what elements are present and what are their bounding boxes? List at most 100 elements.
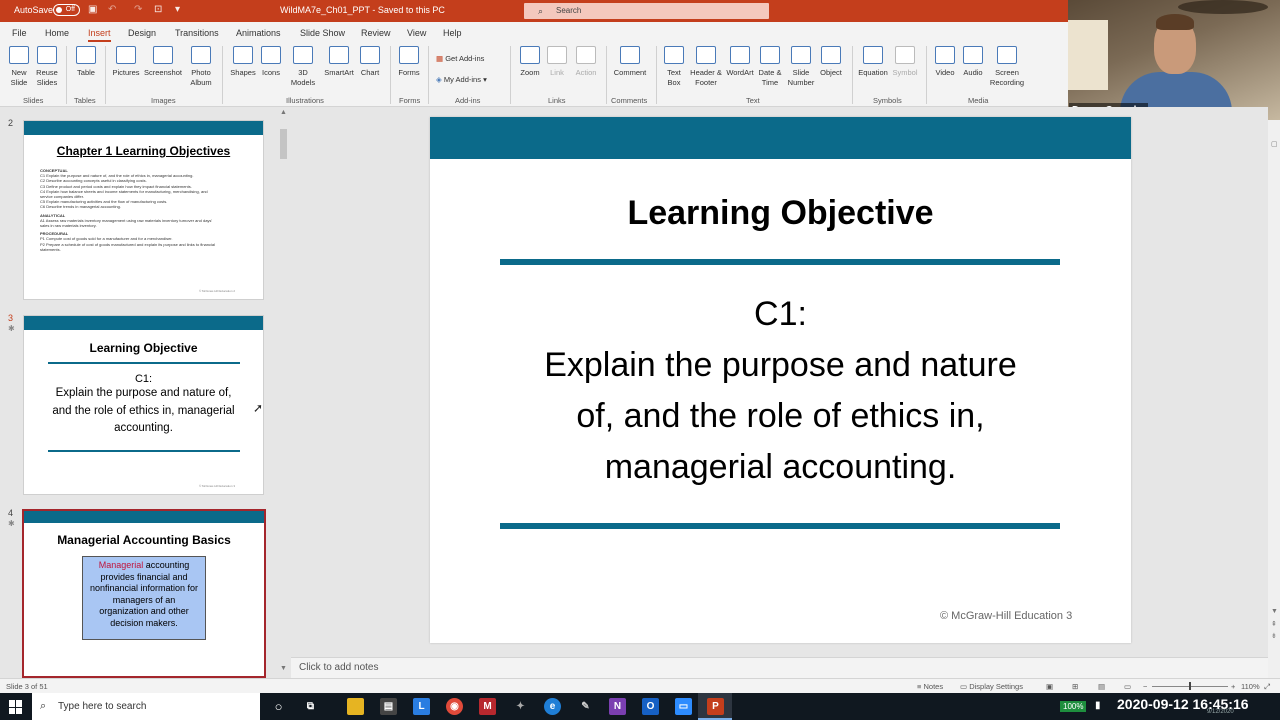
slide-title[interactable]: Learning Objective [430,194,1131,233]
zoom-in-icon[interactable]: + [1231,682,1235,691]
pictures-button[interactable]: Pictures [110,46,142,78]
comment-button[interactable]: Comment [610,46,650,78]
cortana-icon[interactable]: ○ [270,698,287,715]
table-button[interactable]: Table [72,46,100,78]
normal-view-icon[interactable]: ▣ [1046,682,1053,691]
scrollbar-thumb[interactable] [280,129,287,159]
tab-help[interactable]: Help [443,28,462,38]
scroll-up-icon[interactable]: ▢ [1271,140,1278,148]
customize-qat-icon[interactable]: ▾ [175,4,180,15]
wordart-button[interactable]: WordArt [724,46,756,78]
date-time-button[interactable]: Date & Time [756,46,784,88]
forms-button[interactable]: Forms [396,46,422,78]
network-icon[interactable]: ▮ [1095,700,1101,711]
slide-thumbnail-2[interactable]: Chapter 1 Learning Objectives CONCEPTUAL… [23,120,264,300]
tab-home[interactable]: Home [45,28,69,38]
next-slide-icon[interactable]: ⇟ [1271,632,1277,640]
3d-models-button[interactable]: 3D Models [286,46,320,88]
document-title[interactable]: WildMA7e_Ch01_PPT - Saved to this PC [280,5,445,15]
link-button[interactable]: Link [545,46,569,78]
screenshot-button[interactable]: Screenshot [142,46,184,78]
tab-insert[interactable]: Insert [88,28,111,42]
tab-slide-show[interactable]: Slide Show [300,28,345,38]
notes-pane[interactable]: Click to add notes [291,657,1268,678]
file-explorer-icon[interactable] [347,698,364,715]
pi-icon [863,46,883,64]
previous-slide-icon[interactable]: ⇞ [1271,620,1277,628]
slide-thumbnail-3[interactable]: Learning Objective C1: Explain the purpo… [23,315,264,495]
windows-start-icon[interactable] [9,700,23,714]
slide-scrollbar[interactable]: ▢ ▼ ⇞ ⇟ [1268,120,1280,678]
zoom-button[interactable]: Zoom [516,46,544,78]
shapes-button[interactable]: Shapes [228,46,258,78]
audio-button[interactable]: Audio [960,46,986,78]
slide-body[interactable]: C1: Explain the purpose and nature of, a… [430,289,1131,493]
search-box[interactable]: ⌕ Search [524,3,769,19]
thumbnail-scrollbar[interactable]: ▲ ▼ [278,107,290,678]
task-view-icon[interactable]: ⧉ [302,698,319,715]
onenote-icon[interactable]: N [609,698,626,715]
group-separator [66,46,67,104]
autosave-toggle[interactable]: Off [53,4,80,16]
scroll-down-icon[interactable]: ▼ [280,665,287,672]
slide-code: C1: [754,295,807,333]
icons-button[interactable]: Icons [258,46,284,78]
chrome-icon[interactable]: ◉ [446,698,463,715]
slideshow-view-icon[interactable]: ▭ [1124,682,1131,691]
scroll-down-icon[interactable]: ▼ [1271,608,1278,615]
zoom-out-icon[interactable]: − [1143,682,1147,691]
slide-number-button[interactable]: Slide Number [786,46,816,88]
scroll-up-icon[interactable]: ▲ [280,109,287,116]
edge-icon[interactable]: e [544,698,561,715]
slide-sorter-icon[interactable]: ⊞ [1072,682,1078,691]
display-settings-button[interactable]: ▭ Display Settings [960,682,1023,691]
save-icon[interactable]: ▣ [88,4,97,15]
smartart-button[interactable]: SmartArt [322,46,356,78]
tab-file[interactable]: File [12,28,27,38]
reuse-slides-button[interactable]: Reuse Slides [34,46,60,88]
pen-app-icon[interactable]: ✎ [577,698,594,715]
current-slide[interactable]: Learning Objective C1: Explain the purpo… [430,117,1131,643]
tab-view[interactable]: View [407,28,426,38]
slide-thumbnail-4[interactable]: Managerial Accounting Basics Managerial … [22,509,266,678]
photo-album-button[interactable]: Photo Album [186,46,216,88]
zoom-slider[interactable] [1152,682,1228,690]
thumbnail-rule [47,362,240,364]
header-footer-button[interactable]: Header & Footer [688,46,724,88]
chart-button[interactable]: Chart [358,46,382,78]
text-box-button[interactable]: Text Box [662,46,686,88]
zoom-level[interactable]: 110% [1241,682,1260,691]
powerpoint-icon[interactable]: P [707,698,724,715]
thumbnail-top-bar [24,316,263,330]
pinned-app-icon[interactable]: ✦ [512,698,529,715]
tab-transitions[interactable]: Transitions [175,28,219,38]
fit-slide-icon[interactable]: ⤢ [1264,682,1270,692]
equation-button[interactable]: Equation [856,46,890,78]
reading-view-icon[interactable]: ▤ [1098,682,1105,691]
tab-review[interactable]: Review [361,28,391,38]
zoom-app-icon[interactable]: ▭ [675,698,692,715]
new-slide-button[interactable]: New Slide [5,46,33,88]
forms-label: Forms [398,68,420,77]
undo-icon[interactable]: ↶ [108,4,116,15]
symbol-button[interactable]: Symbol [891,46,919,78]
app-l-icon[interactable]: L [413,698,430,715]
tab-animations[interactable]: Animations [236,28,281,38]
tab-design[interactable]: Design [128,28,156,38]
present-icon[interactable]: ⊡ [154,4,162,15]
taskbar-search[interactable]: ⌕ Type here to search [32,693,260,720]
redo-icon[interactable]: ↷ [134,4,142,15]
objective-line: C6 Describe trends in managerial account… [40,204,121,210]
video-button[interactable]: Video [932,46,958,78]
mcafee-icon[interactable]: M [479,698,496,715]
outlook-icon[interactable]: O [642,698,659,715]
battery-indicator[interactable]: 100% [1060,701,1087,712]
screen-recording-button[interactable]: Screen Recording [986,46,1028,88]
object-button[interactable]: Object [817,46,845,78]
objective-line: sales in raw materials inventory. [40,223,97,229]
action-button[interactable]: Action [571,46,601,78]
my-addins-button[interactable]: ◈ My Add-ins ▾ [436,75,487,84]
notes-toggle[interactable]: ≡ Notes [917,682,943,691]
store-icon[interactable]: ▤ [380,698,397,715]
get-addins-button[interactable]: ▦ Get Add-ins [436,54,484,63]
